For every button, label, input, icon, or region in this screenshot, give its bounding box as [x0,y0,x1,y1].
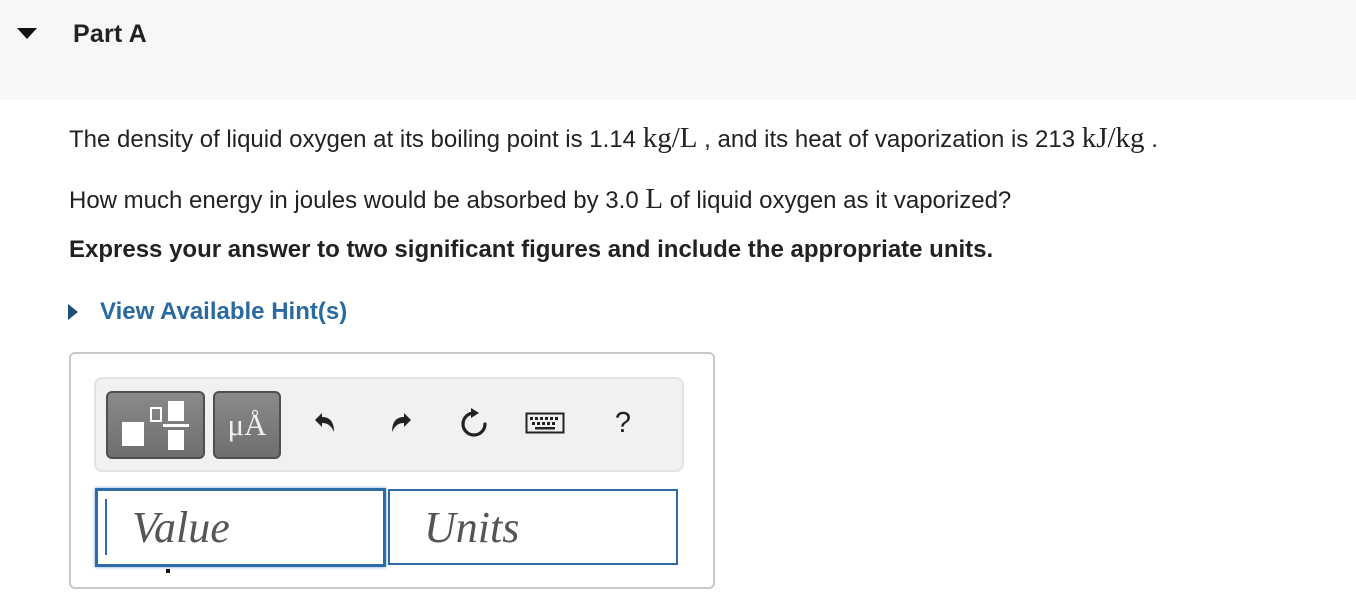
value-input-box[interactable] [95,488,386,567]
units-button[interactable]: μÅ [213,391,281,459]
volume-unit: L [645,183,664,215]
resize-mark [166,569,170,573]
help-button[interactable]: ? [601,401,645,445]
problem-text-2: , and its heat of vaporization is 213 [697,126,1082,153]
problem-statement: The density of liquid oxygen at its boil… [69,122,1158,155]
reset-button[interactable] [452,401,496,445]
units-input-box[interactable] [388,489,678,565]
question-text-1: How much energy in joules would be absor… [69,187,646,214]
undo-button[interactable] [302,401,346,445]
math-toolbar: μÅ ? [94,377,684,472]
redo-icon [392,413,411,432]
units-button-label: μÅ [227,407,267,442]
question-text-2: of liquid oxygen as it vaporized? [663,187,1012,214]
template-fraction-bottom-icon [168,430,184,450]
units-input[interactable] [390,491,676,563]
heat-unit: kJ/kg [1081,122,1145,154]
template-fraction-top-icon [168,401,184,421]
part-header: Part A [0,0,1356,100]
problem-text-1: The density of liquid oxygen at its boil… [69,126,643,153]
redo-button[interactable] [380,401,424,445]
density-unit: kg/L [642,122,698,154]
template-fraction-bar-icon [163,424,189,427]
keyboard-icon [525,412,565,434]
keyboard-button[interactable] [523,401,567,445]
reset-icon [461,408,487,437]
view-hints-link[interactable]: View Available Hint(s) [100,298,347,326]
answer-instruction: Express your answer to two significant f… [69,236,994,263]
problem-text-3: . [1144,126,1158,153]
view-hints-toggle[interactable]: View Available Hint(s) [68,297,347,327]
templates-button[interactable] [106,391,205,459]
undo-icon [315,413,334,432]
question-text: How much energy in joules would be absor… [69,183,1011,216]
text-cursor [105,499,107,555]
template-small-box-icon [150,407,162,422]
collapse-caret-icon[interactable] [17,28,37,39]
expand-caret-icon [68,304,78,320]
part-title: Part A [73,20,147,48]
value-input[interactable] [98,491,383,564]
template-large-box-icon [122,422,144,446]
answer-panel: μÅ ? Value Units [69,352,715,589]
